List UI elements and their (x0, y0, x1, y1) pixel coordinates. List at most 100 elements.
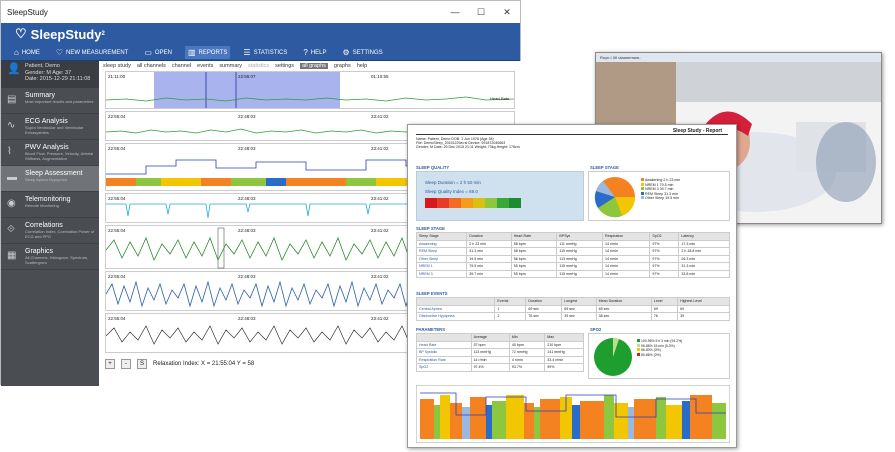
spo2-legend: 100-96% 5 h 3 min (94.2%) 96-86% 15 min … (637, 339, 682, 357)
tab-statistics[interactable]: statistics (248, 63, 269, 69)
main-menu: ⌂ HOME ♡ NEW MEASUREMENT ▭ OPEN ▥ REPORTS ☰ S… (1, 45, 520, 61)
sidebar-item-summary[interactable]: ▤ Summary Most important results and param… (1, 88, 99, 114)
tab-settings[interactable]: settings (275, 63, 294, 69)
time-label: 22:55:04 (108, 228, 126, 233)
maximize-icon[interactable]: ☐ (468, 7, 494, 18)
table-cell: SpO2 (416, 363, 472, 372)
table-cell: Obstructive Hypopnea (415, 312, 496, 321)
sidebar-item-pwv-analysis[interactable]: ⌇ PWV Analysis Blood Flow, Pressure, Veloc… (1, 140, 99, 166)
table-row: Other Sleep 19.5 min 56 bpm 113 mmHg 14 r/mi… (415, 254, 730, 263)
sidebar-item-correlations[interactable]: ⟐ Correlations Correlation Index, Correlat… (1, 218, 99, 244)
brand-version: 2 (101, 31, 105, 37)
heart-icon: ♡ (55, 48, 64, 57)
sleep-quality-heading: SLEEP QUALITY (416, 165, 450, 170)
sidebar-item-sleep-assessment[interactable]: ▬ Sleep Assessment Sleep Apnea Hypopnea (1, 166, 99, 192)
spo2-pie (594, 338, 632, 376)
menu-home[interactable]: ⌂ HOME (11, 46, 43, 59)
menu-open[interactable]: ▭ OPEN (141, 46, 175, 59)
sidebar-item-sub: Correlation Index, Correlation Power of … (25, 229, 95, 239)
column-header: Highest Level (677, 297, 730, 306)
legend-nrem1: NREM 1 79.5 min (645, 182, 674, 187)
tab-events[interactable]: events (197, 63, 213, 69)
table-cell: 14 r/min (601, 262, 651, 271)
time-label: 22:55:04 (108, 114, 126, 119)
heart-logo-icon: ♡ (15, 26, 27, 41)
sleep-stage-pie (594, 177, 636, 218)
help-icon: ? (303, 48, 308, 57)
time-label: 22:55:04 (108, 316, 126, 321)
table-cell: 31.3 min (466, 247, 512, 256)
table-cell: 19.5 min (466, 254, 512, 263)
sidebar-item-graphics[interactable]: ▦ Graphics All Channels, Histogram, Spectr… (1, 244, 99, 270)
table-row: Central Apnea 1 69 sec 69 sec 69 sec 69 69 (415, 304, 730, 313)
time-label: 23:41:02 (371, 114, 389, 119)
sidebar-item-sub: Sleep Apnea Hypopnea (25, 177, 68, 182)
minimize-icon[interactable]: — (442, 7, 468, 18)
table-cell: 69 sec (595, 304, 652, 313)
tab-channel[interactable]: channel (172, 63, 191, 69)
bed-icon: ▬ (7, 172, 17, 183)
zoom-out-button[interactable]: - (121, 359, 131, 369)
brand-bar: ♡ SleepStudy 2 (1, 23, 520, 45)
tab-help[interactable]: help (357, 63, 367, 69)
gears-icon: ⚙ (342, 48, 350, 57)
table-cell: 39 sec (561, 312, 597, 321)
table-cell: 115 mmHg (556, 262, 603, 271)
time-label: 22:48:03 (238, 196, 256, 201)
list-icon: ☰ (243, 48, 251, 57)
column-header: Max (544, 333, 584, 342)
table-cell: 69 (677, 304, 730, 313)
table-row: Awakening 2 h 23 min 58 bpm 111 mmHg 14 r/mi… (415, 239, 730, 248)
table-cell: 115 mmHg (556, 247, 603, 256)
table-cell: 14 r/min (601, 254, 651, 263)
close-icon[interactable]: ✕ (494, 7, 520, 18)
table-cell: 2 (494, 312, 527, 321)
menu-label: HOME (21, 49, 40, 56)
column-header (416, 333, 472, 342)
tab-all-channels[interactable]: all channels (137, 63, 166, 69)
table-cell: 97% (649, 269, 680, 278)
time-label: 23:41:02 (371, 274, 389, 279)
table-cell: 97.4% (470, 363, 510, 372)
table-cell: 210 bpm (544, 340, 584, 349)
table-cell: 4 r/min (508, 355, 546, 364)
time-label: 22:55:04 (108, 196, 126, 201)
eye-icon: ◉ (7, 198, 16, 209)
tab-graphs[interactable]: graphs (334, 63, 351, 69)
zoom-in-button[interactable]: + (105, 359, 115, 369)
table-cell: 58 bpm (510, 239, 558, 248)
legend-rem: REM Sleep 31.3 min (645, 191, 678, 196)
menu-reports[interactable]: ▥ REPORTS (184, 46, 231, 59)
time-label: 22:48:03 (238, 146, 256, 151)
table-cell: 57 bpm (470, 340, 510, 349)
tab-summary[interactable]: summary (219, 63, 242, 69)
tab-all-graphs[interactable]: all graphs (300, 62, 328, 69)
column-header: Longest (561, 297, 597, 306)
menu-label: HELP (310, 49, 327, 56)
table-cell: 31.3 min (678, 262, 730, 271)
column-header: Events (494, 297, 527, 306)
menu-label: NEW MEASUREMENT (66, 49, 129, 56)
menu-statistics[interactable]: ☰ STATISTICS (240, 46, 290, 59)
menu-settings[interactable]: ⚙ SETTINGS (340, 46, 386, 59)
menu-help[interactable]: ? HELP (300, 46, 329, 59)
sidebar-item-sub: Blood Flow, Pressure, Velocity, Arterial… (25, 151, 94, 161)
report-header: Name: Patient, Demo DOB: 1 Jun 1978 (Age… (416, 137, 728, 150)
s-button[interactable]: S (137, 359, 147, 369)
pwv-icon: ⌇ (7, 146, 12, 157)
table-cell: 76 sec (525, 312, 563, 321)
table-cell: 38 sec (595, 312, 652, 321)
heart-rate-plot[interactable]: 21:11:00 22:55:07 01:10:55 Heart Rate (105, 71, 515, 109)
hypnogram-chart (416, 385, 730, 443)
table-cell: BP Systolic (416, 348, 472, 357)
time-label: 23:41:02 (371, 228, 389, 233)
column-header: Mean Duration (595, 297, 652, 306)
patient-date: Date: 2015-12-29 21:11:08 (25, 76, 91, 82)
table-cell: 2 h 18.8 min (678, 247, 730, 256)
menu-new-measurement[interactable]: ♡ NEW MEASUREMENT (53, 46, 132, 59)
sidebar-item-ecg-analysis[interactable]: ∿ ECG Analysis Supra Ventricular and Ventr… (1, 114, 99, 140)
events-table: Events Duration Longest Mean Duration Level H… (415, 297, 730, 321)
table-row: BP Systolic 113 mmHg 72 mmHg 141 mmHg (416, 348, 584, 357)
tab-sleep-study[interactable]: sleep study (103, 63, 131, 69)
sidebar-item-telemonitoring[interactable]: ◉ Telemonitoring Remote Monitoring (1, 192, 99, 218)
